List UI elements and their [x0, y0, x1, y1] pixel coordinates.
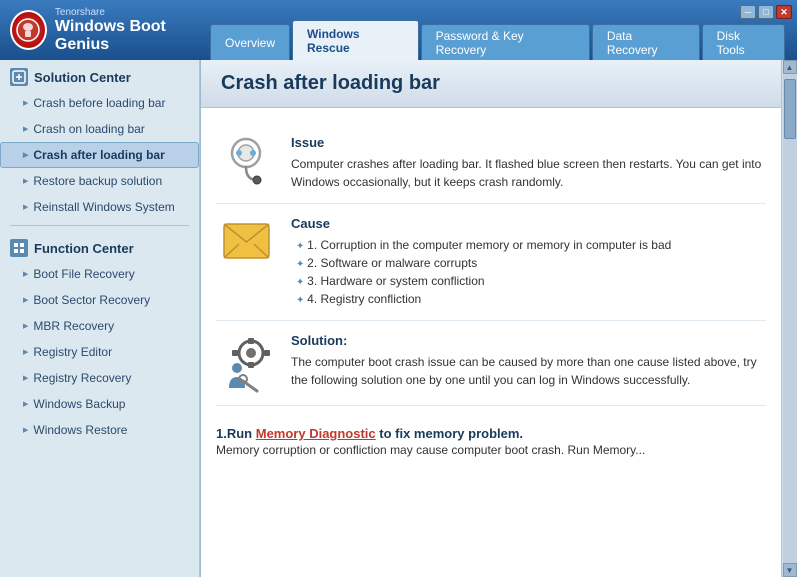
cause-list: 1. Corruption in the computer memory or … — [291, 236, 766, 308]
app-title: Windows Boot Genius — [55, 18, 210, 54]
sidebar-item-crash-before[interactable]: Crash before loading bar — [0, 90, 199, 116]
tab-overview[interactable]: Overview — [210, 24, 290, 60]
sidebar-item-label: Crash on loading bar — [33, 122, 144, 136]
sidebar-item-label: Boot Sector Recovery — [33, 293, 150, 307]
sidebar-item-label: Crash after loading bar — [33, 148, 164, 162]
issue-icon — [216, 135, 276, 190]
tab-windows-rescue[interactable]: Windows Rescue — [292, 20, 419, 60]
sidebar-item-boot-sector[interactable]: Boot Sector Recovery — [0, 287, 199, 313]
sidebar-item-label: Registry Recovery — [33, 371, 131, 385]
sidebar-item-label: Windows Restore — [33, 423, 127, 437]
page-title: Crash after loading bar — [221, 72, 761, 95]
sidebar-item-label: MBR Recovery — [33, 319, 114, 333]
function-center-icon — [10, 239, 28, 257]
step1-title: 1.Run Memory Diagnostic to fix memory pr… — [216, 426, 766, 441]
sidebar-item-registry-recovery[interactable]: Registry Recovery — [0, 365, 199, 391]
step1-section: 1.Run Memory Diagnostic to fix memory pr… — [216, 406, 766, 469]
sidebar-divider — [10, 225, 189, 226]
sidebar-item-label: Boot File Recovery — [33, 267, 134, 281]
issue-text: Issue Computer crashes after loading bar… — [291, 135, 766, 191]
brand-name: Tenorshare — [55, 7, 210, 18]
sidebar-section-solution: Solution Center — [0, 60, 199, 90]
solution-body: The computer boot crash issue can be cau… — [291, 353, 766, 389]
logo-area: Tenorshare Windows Boot Genius — [10, 7, 210, 54]
sidebar-item-registry-editor[interactable]: Registry Editor — [0, 339, 199, 365]
function-center-label: Function Center — [34, 241, 134, 256]
sidebar-item-label: Windows Backup — [33, 397, 125, 411]
solution-title: Solution: — [291, 333, 766, 348]
scrollbar: ▲ ▼ — [781, 60, 797, 577]
cause-section: Cause 1. Corruption in the computer memo… — [216, 204, 766, 321]
content-header: Crash after loading bar — [201, 60, 781, 108]
close-button[interactable]: ✕ — [776, 5, 792, 19]
sidebar-item-boot-file[interactable]: Boot File Recovery — [0, 261, 199, 287]
tab-data-recovery[interactable]: Data Recovery — [592, 24, 700, 60]
minimize-button[interactable]: ─ — [740, 5, 756, 19]
sidebar-item-windows-backup[interactable]: Windows Backup — [0, 391, 199, 417]
maximize-button[interactable]: □ — [758, 5, 774, 19]
content-area: Crash after loading bar — [200, 60, 781, 577]
issue-title: Issue — [291, 135, 766, 150]
sidebar-item-label: Reinstall Windows System — [33, 200, 174, 214]
step1-prefix: 1.Run — [216, 426, 256, 441]
sidebar: Solution Center Crash before loading bar… — [0, 60, 200, 577]
header: Tenorshare Windows Boot Genius Overview … — [0, 0, 797, 60]
cause-icon — [216, 216, 276, 266]
solution-text: Solution: The computer boot crash issue … — [291, 333, 766, 389]
solution-center-label: Solution Center — [34, 70, 131, 85]
scroll-thumb[interactable] — [784, 79, 796, 139]
cause-item-1: 1. Corruption in the computer memory or … — [296, 236, 766, 254]
solution-center-icon — [10, 68, 28, 86]
cause-item-4: 4. Registry confliction — [296, 290, 766, 308]
cause-item-2: 2. Software or malware corrupts — [296, 254, 766, 272]
sidebar-section-function: Function Center — [0, 231, 199, 261]
logo-icon — [10, 10, 47, 50]
scroll-up-button[interactable]: ▲ — [783, 60, 797, 74]
tab-disk-tools[interactable]: Disk Tools — [702, 24, 785, 60]
scroll-track[interactable] — [783, 74, 797, 563]
sidebar-item-crash-after[interactable]: Crash after loading bar — [0, 142, 199, 168]
main-container: Solution Center Crash before loading bar… — [0, 60, 797, 577]
sidebar-item-label: Restore backup solution — [33, 174, 162, 188]
cause-item-3: 3. Hardware or system confliction — [296, 272, 766, 290]
scroll-down-button[interactable]: ▼ — [783, 563, 797, 577]
step1-detail: Memory corruption or confliction may cau… — [216, 441, 766, 459]
sidebar-item-label: Registry Editor — [33, 345, 112, 359]
issue-body: Computer crashes after loading bar. It f… — [291, 155, 766, 191]
nav-tabs: Overview Windows Rescue Password & Key R… — [210, 0, 787, 60]
step1-link[interactable]: Memory Diagnostic — [256, 426, 376, 441]
content-body: Issue Computer crashes after loading bar… — [201, 108, 781, 484]
sidebar-item-restore-backup[interactable]: Restore backup solution — [0, 168, 199, 194]
sidebar-item-mbr-recovery[interactable]: MBR Recovery — [0, 313, 199, 339]
solution-section: Solution: The computer boot crash issue … — [216, 321, 766, 406]
tab-password-recovery[interactable]: Password & Key Recovery — [421, 24, 590, 60]
solution-icon — [216, 333, 276, 393]
step1-suffix: to fix memory problem. — [376, 426, 523, 441]
cause-text: Cause 1. Corruption in the computer memo… — [291, 216, 766, 308]
sidebar-item-label: Crash before loading bar — [33, 96, 165, 110]
window-controls: ─ □ ✕ — [740, 5, 792, 19]
sidebar-item-crash-on[interactable]: Crash on loading bar — [0, 116, 199, 142]
cause-title: Cause — [291, 216, 766, 231]
issue-section: Issue Computer crashes after loading bar… — [216, 123, 766, 204]
sidebar-item-windows-restore[interactable]: Windows Restore — [0, 417, 199, 443]
sidebar-item-reinstall-windows[interactable]: Reinstall Windows System — [0, 194, 199, 220]
logo-text: Tenorshare Windows Boot Genius — [55, 7, 210, 54]
